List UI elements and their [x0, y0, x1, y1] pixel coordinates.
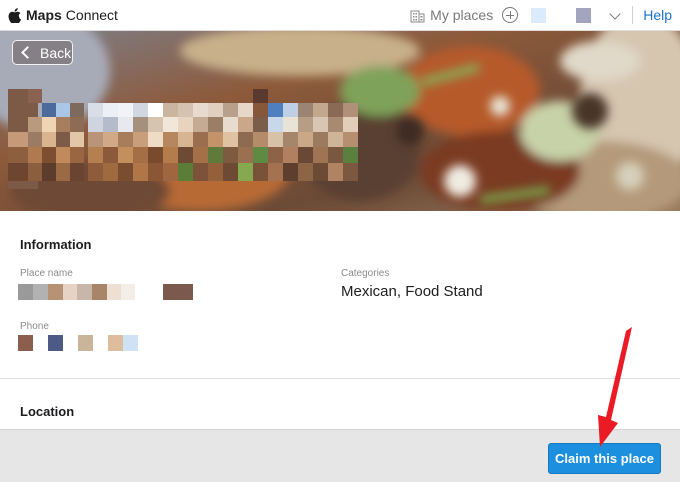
place-name-label: Place name: [20, 268, 73, 279]
redaction-pixel: [18, 335, 33, 351]
redaction-pixel: [77, 284, 92, 300]
top-bar: Maps Connect My places Help: [0, 0, 680, 31]
redaction-pixel: [108, 335, 123, 351]
food-photo-image: [0, 31, 680, 211]
apple-logo-icon: [8, 7, 21, 23]
phone-label: Phone: [20, 321, 49, 332]
location-section: Location: [0, 379, 680, 429]
redaction-pixel: [163, 284, 193, 300]
brand[interactable]: Maps Connect: [8, 6, 118, 24]
brand-name: Maps: [26, 7, 62, 23]
chevron-left-icon: [21, 46, 34, 59]
redaction-pixel: [149, 284, 163, 300]
add-circle-icon[interactable]: [502, 7, 519, 23]
brand-suffix: Connect: [65, 7, 118, 23]
footer-bar: Claim this place: [0, 429, 680, 482]
redaction-pixel: [18, 284, 33, 300]
redaction-pixel: [63, 284, 77, 300]
back-label: Back: [40, 44, 72, 61]
information-section: Information Place name Categories Mexica…: [0, 211, 680, 378]
redaction-pixel: [107, 284, 121, 300]
annotation-arrow-icon: [598, 327, 632, 447]
my-places-link[interactable]: My places: [430, 7, 493, 23]
hero-photo: Back: [0, 31, 680, 211]
redacted-place-name: [18, 284, 198, 300]
redaction-pixel: [123, 335, 138, 351]
redaction-pixel: [121, 284, 135, 300]
redacted-phone-number: [18, 335, 140, 351]
divider: [632, 6, 634, 24]
redaction-pixel: [33, 284, 48, 300]
redaction-pixel: [48, 284, 63, 300]
redaction-pixel: [92, 284, 107, 300]
categories-value: Mexican, Food Stand: [341, 283, 483, 300]
back-button[interactable]: Back: [12, 40, 73, 65]
categories-label: Categories: [341, 268, 390, 279]
help-link[interactable]: Help: [643, 7, 672, 23]
redaction-pixel: [48, 335, 63, 351]
building-icon: [410, 10, 425, 22]
redaction-pixel: [78, 335, 93, 351]
location-title: Location: [20, 404, 75, 419]
information-title: Information: [20, 237, 92, 252]
redacted-avatar[interactable]: [531, 7, 547, 23]
chevron-down-icon[interactable]: [609, 7, 621, 20]
redacted-account-name[interactable]: [576, 7, 592, 23]
top-right-controls: My places Help: [410, 5, 672, 25]
redaction-pixel: [135, 284, 149, 300]
